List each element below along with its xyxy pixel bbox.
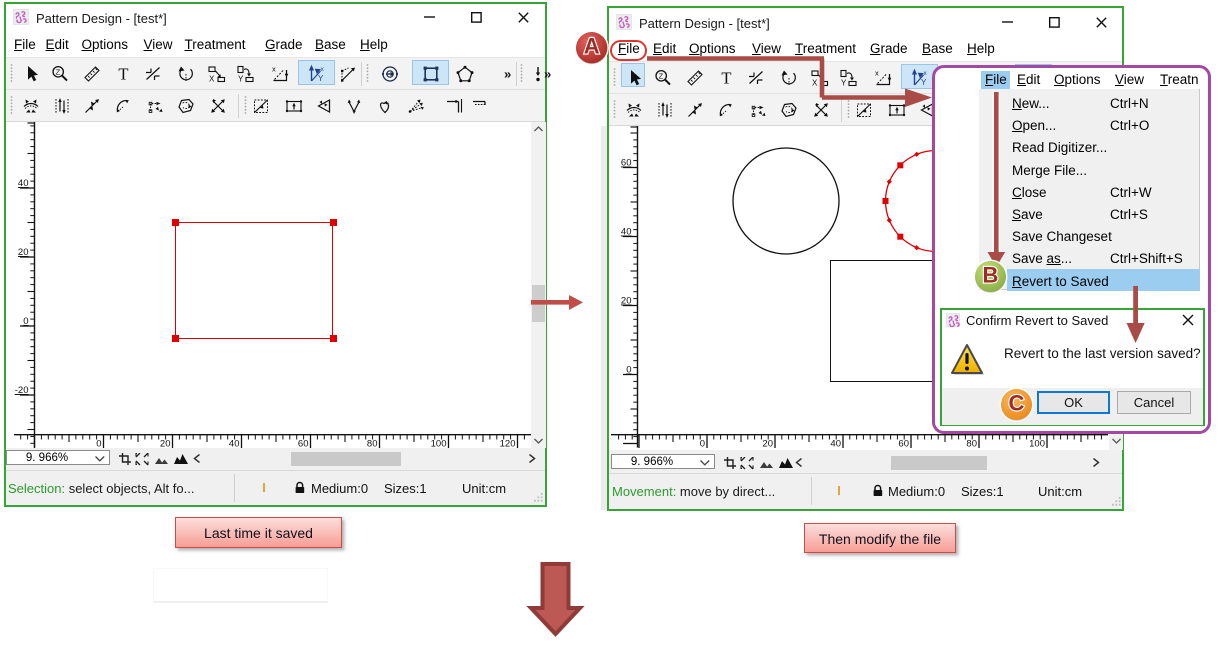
- svg-text:40: 40: [621, 227, 632, 238]
- svg-text:120: 120: [500, 438, 516, 449]
- svg-text:40: 40: [18, 178, 29, 189]
- svg-text:0: 0: [626, 365, 631, 376]
- svg-text:20: 20: [160, 438, 171, 449]
- svg-text:100: 100: [1029, 438, 1045, 449]
- svg-text:Y: Y: [318, 74, 324, 83]
- svg-text:X: X: [209, 75, 215, 84]
- svg-text:80: 80: [367, 438, 378, 449]
- svg-text:»: »: [544, 67, 551, 82]
- svg-text:C: C: [1008, 390, 1024, 415]
- svg-text:0: 0: [96, 438, 101, 449]
- svg-text:20: 20: [18, 247, 29, 258]
- svg-text:40: 40: [830, 438, 841, 449]
- svg-text:x: x: [321, 66, 325, 73]
- svg-text:20: 20: [621, 296, 632, 307]
- svg-text:60: 60: [898, 438, 909, 449]
- svg-text:40: 40: [229, 438, 240, 449]
- svg-text:B: B: [982, 262, 998, 287]
- svg-text:x: x: [272, 65, 276, 74]
- svg-text:T: T: [118, 65, 128, 84]
- svg-text:-20: -20: [15, 385, 29, 396]
- svg-text:80: 80: [966, 438, 977, 449]
- svg-text:20: 20: [762, 438, 773, 449]
- svg-text:»: »: [504, 67, 511, 82]
- svg-text:Z: Z: [56, 68, 61, 77]
- svg-text:A: A: [584, 34, 600, 59]
- svg-text:0: 0: [23, 316, 28, 327]
- svg-text:60: 60: [298, 438, 309, 449]
- svg-text:60: 60: [621, 158, 632, 169]
- svg-text:100: 100: [431, 438, 447, 449]
- svg-text:0: 0: [700, 438, 705, 449]
- svg-text:Y: Y: [238, 75, 244, 84]
